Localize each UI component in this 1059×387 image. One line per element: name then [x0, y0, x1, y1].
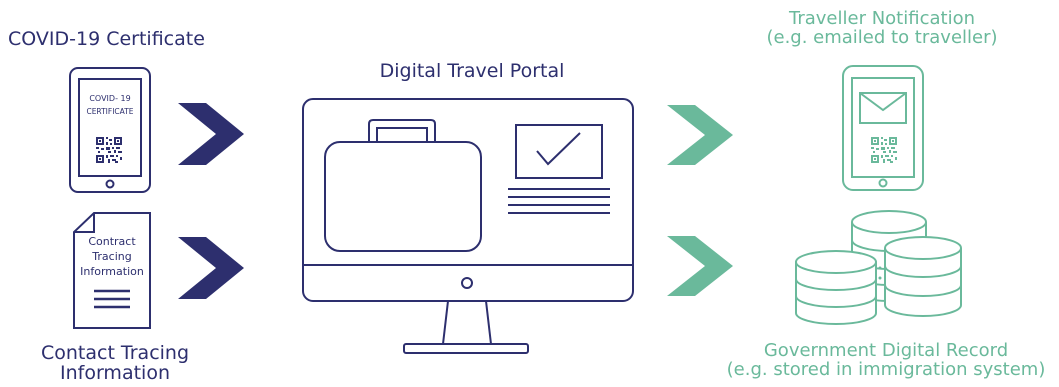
certificate-text-line1: COVID- 19 — [89, 94, 130, 103]
document-text-line1: Contract — [88, 235, 136, 248]
phone-mail-icon — [842, 65, 924, 191]
chevron-arrow-icon — [178, 103, 244, 165]
travel-portal-diagram: COVID-19 Certificate Digital Travel Port… — [0, 0, 1059, 387]
certificate-text-line2: CERTIFICATE — [86, 107, 133, 116]
chevron-arrow-icon — [667, 236, 733, 296]
database-coins-icon — [795, 210, 962, 325]
certificate-qr-icon — [96, 137, 122, 163]
diagram-canvas: COVID- 19 CERTIFICATE Contract Tracing I… — [69, 65, 962, 354]
tablet-certificate-icon — [69, 67, 151, 193]
document-text-line3: Information — [80, 265, 144, 278]
chevron-arrow-icon — [667, 105, 733, 165]
monitor-icon — [302, 98, 634, 354]
checked-form-icon — [508, 124, 610, 214]
briefcase-icon — [324, 119, 482, 252]
chevron-arrow-icon — [178, 237, 244, 299]
phone-qr-icon — [871, 137, 897, 163]
document-text-line2: Tracing — [91, 250, 131, 263]
